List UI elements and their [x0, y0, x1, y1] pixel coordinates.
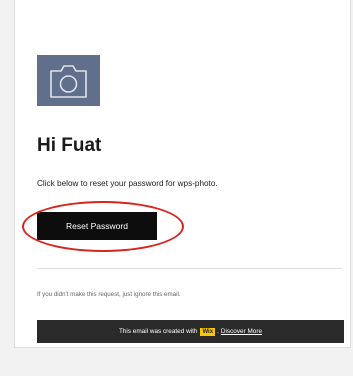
email-viewport: Hi Fuat Click below to reset your passwo… [0, 0, 353, 376]
brand-logo [37, 55, 100, 106]
divider [37, 268, 342, 269]
email-card: Hi Fuat Click below to reset your passwo… [14, 0, 351, 348]
camera-icon [50, 65, 87, 98]
greeting-heading: Hi Fuat [37, 135, 102, 156]
discover-more-link[interactable]: Discover More [221, 328, 262, 335]
reset-password-button[interactable]: Reset Password [37, 212, 157, 240]
footer-created-text: This email was created with [118, 328, 198, 335]
wix-badge: Wix [200, 327, 216, 336]
footer-bar: This email was created with Wix. Discove… [37, 320, 344, 343]
footer-separator: . [217, 328, 219, 335]
intro-text: Click below to reset your password for w… [37, 179, 218, 188]
ignore-note: If you didn't make this request, just ig… [37, 291, 181, 298]
